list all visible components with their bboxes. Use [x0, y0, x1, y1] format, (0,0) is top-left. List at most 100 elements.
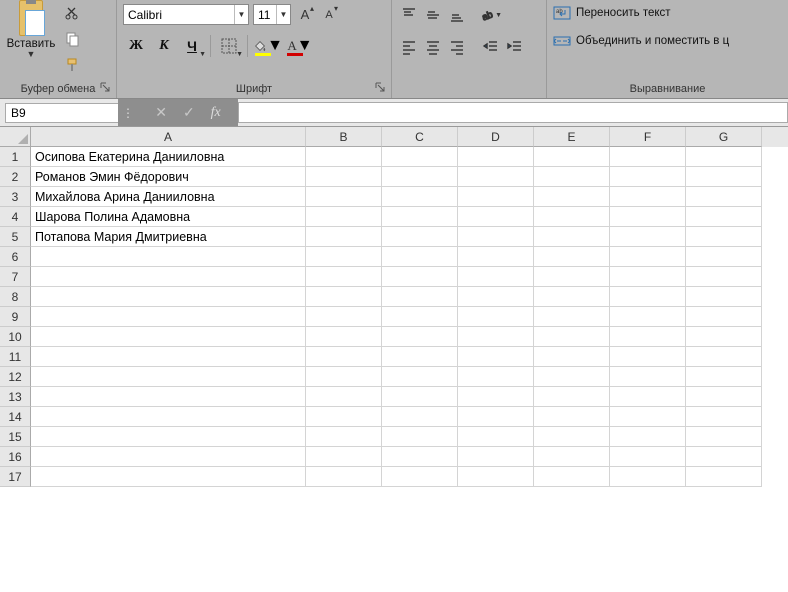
cell[interactable] [686, 407, 762, 427]
cell[interactable] [534, 187, 610, 207]
cell[interactable] [458, 267, 534, 287]
cell[interactable] [686, 467, 762, 487]
cell[interactable] [306, 227, 382, 247]
cell[interactable]: Осипова Екатерина Данииловна [31, 147, 306, 167]
row-header[interactable]: 3 [0, 187, 31, 207]
align-right-button[interactable] [446, 36, 468, 58]
align-top-button[interactable] [398, 4, 420, 26]
cell[interactable] [686, 427, 762, 447]
cell[interactable] [382, 187, 458, 207]
cell[interactable] [306, 387, 382, 407]
cell[interactable] [610, 387, 686, 407]
cell[interactable] [686, 287, 762, 307]
cell[interactable] [458, 167, 534, 187]
cell[interactable] [458, 447, 534, 467]
font-name-input[interactable] [124, 5, 234, 24]
row-header[interactable]: 16 [0, 447, 31, 467]
row-header[interactable]: 1 [0, 147, 31, 167]
insert-function-button[interactable]: fx [211, 105, 221, 121]
cell[interactable] [458, 207, 534, 227]
cell[interactable] [534, 247, 610, 267]
paste-button[interactable]: Вставить ▼ [6, 2, 56, 58]
column-header[interactable]: F [610, 127, 686, 147]
cell[interactable] [686, 167, 762, 187]
cell[interactable] [458, 227, 534, 247]
cell[interactable] [382, 407, 458, 427]
cell[interactable] [610, 167, 686, 187]
cell[interactable] [306, 247, 382, 267]
cell[interactable] [382, 287, 458, 307]
cell[interactable] [382, 247, 458, 267]
cell[interactable] [306, 407, 382, 427]
clipboard-dialog-launcher[interactable] [98, 82, 112, 96]
cell[interactable] [382, 167, 458, 187]
row-header[interactable]: 13 [0, 387, 31, 407]
cell[interactable] [610, 467, 686, 487]
cell[interactable] [534, 307, 610, 327]
row-header[interactable]: 15 [0, 427, 31, 447]
cell[interactable] [306, 467, 382, 487]
font-size-dropdown-icon[interactable]: ▼ [276, 5, 290, 24]
cell[interactable] [534, 207, 610, 227]
cell[interactable] [458, 467, 534, 487]
cell[interactable] [534, 447, 610, 467]
column-header[interactable]: G [686, 127, 762, 147]
cell[interactable] [458, 287, 534, 307]
row-header[interactable]: 11 [0, 347, 31, 367]
cell[interactable] [686, 387, 762, 407]
cell[interactable] [458, 427, 534, 447]
cell[interactable] [458, 407, 534, 427]
cell[interactable] [382, 327, 458, 347]
cell[interactable] [610, 147, 686, 167]
column-header[interactable]: D [458, 127, 534, 147]
cell[interactable] [610, 287, 686, 307]
cell[interactable] [534, 227, 610, 247]
cell[interactable] [31, 267, 306, 287]
formula-input[interactable] [239, 103, 787, 122]
cell[interactable] [306, 267, 382, 287]
cell[interactable] [610, 187, 686, 207]
cell[interactable] [534, 387, 610, 407]
cell[interactable] [534, 287, 610, 307]
underline-button[interactable]: Ч▼ [179, 35, 205, 57]
cell[interactable] [306, 147, 382, 167]
cell[interactable] [458, 147, 534, 167]
cell[interactable] [534, 467, 610, 487]
cell[interactable] [306, 327, 382, 347]
cell[interactable] [686, 447, 762, 467]
column-header[interactable]: E [534, 127, 610, 147]
cell[interactable] [382, 207, 458, 227]
cell[interactable] [610, 407, 686, 427]
font-name-combo[interactable]: ▼ [123, 4, 249, 25]
row-header[interactable]: 14 [0, 407, 31, 427]
cell[interactable] [610, 207, 686, 227]
row-header[interactable]: 2 [0, 167, 31, 187]
orientation-button[interactable]: ab▼ [480, 4, 502, 26]
align-left-button[interactable] [398, 36, 420, 58]
cell[interactable] [306, 427, 382, 447]
cell[interactable] [686, 207, 762, 227]
cell[interactable]: Михайлова Арина Данииловна [31, 187, 306, 207]
cell[interactable] [31, 367, 306, 387]
row-header[interactable]: 6 [0, 247, 31, 267]
align-center-button[interactable] [422, 36, 444, 58]
cell[interactable] [534, 327, 610, 347]
cell[interactable] [31, 327, 306, 347]
cell[interactable] [306, 167, 382, 187]
cell[interactable] [382, 347, 458, 367]
align-bottom-button[interactable] [446, 4, 468, 26]
cell[interactable]: Потапова Мария Дмитриевна [31, 227, 306, 247]
decrease-font-button[interactable]: A▾ [319, 4, 339, 25]
cell[interactable] [382, 427, 458, 447]
cell[interactable] [31, 287, 306, 307]
cell[interactable] [382, 467, 458, 487]
cell[interactable] [686, 147, 762, 167]
cell[interactable] [610, 267, 686, 287]
wrap-text-button[interactable]: ab Переносить текст [553, 4, 729, 22]
cell[interactable] [686, 327, 762, 347]
cell[interactable] [306, 307, 382, 327]
cell[interactable] [686, 187, 762, 207]
cell[interactable] [610, 447, 686, 467]
cell[interactable] [382, 147, 458, 167]
italic-button[interactable]: К [151, 35, 177, 57]
